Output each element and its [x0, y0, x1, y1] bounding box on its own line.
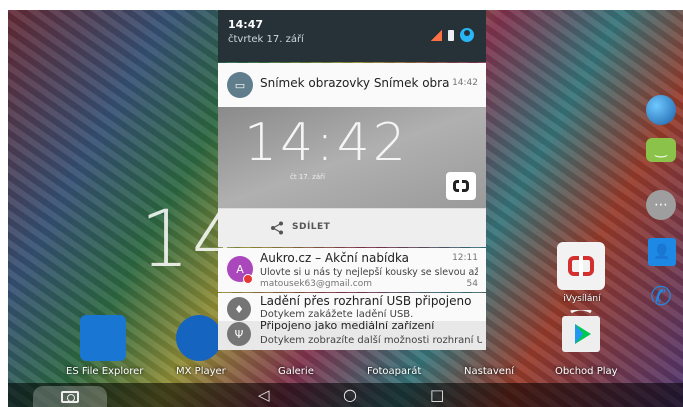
shade-header[interactable]: 14:47 čtvrtek 17. září [218, 10, 486, 62]
home-button[interactable]: ○ [343, 386, 357, 404]
browser-globe-icon[interactable] [646, 95, 676, 125]
share-label: SDÍLET [292, 222, 331, 232]
notification-aukro[interactable]: A Aukro.cz – Akční nabídka 12:11 Ulovte … [218, 248, 486, 292]
hangouts-chat-icon[interactable]: ‿ [646, 138, 676, 162]
notification-time: 14:42 [452, 78, 478, 88]
signal-icon [431, 29, 442, 41]
mx-player-icon[interactable] [176, 315, 222, 361]
preview-date: čt 17. září [290, 173, 325, 181]
es-file-explorer-icon[interactable] [80, 315, 126, 361]
usb-debug-icon: ♦ [227, 297, 251, 321]
notification-text: Dotykem zakážete ladění USB. [260, 309, 414, 320]
screenshot-preview[interactable]: 14:42 čt 17. září [218, 107, 486, 208]
top-border [0, 0, 683, 10]
notification-title: Snímek obrazovky Snímek obrazo.. [260, 76, 450, 90]
shade-clock: 14:47 [228, 18, 264, 31]
camera-icon [61, 390, 79, 403]
notification-shade: 14:47 čtvrtek 17. září ▭ Snímek obrazovk… [218, 10, 486, 350]
user-account-icon[interactable] [460, 28, 474, 42]
screenshot-icon: ▭ [227, 72, 253, 98]
notification-text: Ulovte si u nás ty nejlepší kousky se sl… [260, 267, 478, 278]
notification-usb-debugging[interactable]: ♦ Ladění přes rozhraní USB připojeno Dot… [218, 293, 486, 321]
app-label-fotoaparat: Fotoaparát [367, 366, 422, 377]
share-icon [271, 221, 283, 235]
app-label-mx-player: MX Player [176, 366, 226, 377]
notification-title: Aukro.cz – Akční nabídka [260, 251, 410, 265]
ct-logo-icon [568, 256, 594, 276]
app-label-obchod-play: Obchod Play [555, 366, 618, 377]
back-button[interactable]: ◁ [258, 386, 270, 404]
phone-icon[interactable]: ✆ [646, 282, 676, 312]
notification-screenshot[interactable]: ▭ Snímek obrazovky Snímek obrazo.. 14:42… [218, 63, 486, 247]
app-label-galerie: Galerie [278, 366, 314, 377]
preview-clock: 14:42 [244, 113, 409, 173]
recents-button[interactable]: □ [430, 386, 444, 404]
notification-account: matousek63@gmail.com [260, 279, 372, 289]
ivysilani-app-icon[interactable] [557, 242, 605, 290]
usb-icon: Ψ [227, 322, 251, 346]
battery-icon [448, 29, 454, 41]
notification-text: Dotykem zobrazíte další možnosti rozhran… [260, 335, 482, 346]
gmail-badge-icon [243, 274, 253, 284]
ct-logo-icon [446, 172, 476, 200]
notification-title: Ladění přes rozhraní USB připojeno [260, 294, 472, 308]
app-label-nastaveni: Nastavení [464, 366, 515, 377]
app-drawer-icon[interactable]: ⋯ [646, 190, 676, 220]
notification-count: 54 [466, 279, 478, 289]
shade-date: čtvrtek 17. září [228, 34, 304, 45]
app-label-es-file-explorer: ES File Explorer [66, 366, 144, 377]
share-action-button[interactable]: SDÍLET [218, 208, 486, 247]
camera-shortcut-button[interactable] [33, 386, 107, 407]
contacts-icon[interactable]: 👤 [648, 238, 676, 266]
notification-media-device[interactable]: Ψ Připojeno jako mediální zařízení Dotyk… [218, 319, 486, 350]
ivysilani-app-label: iVysílání [563, 294, 601, 304]
left-border [0, 0, 8, 407]
play-store-icon[interactable] [556, 310, 606, 354]
notification-time: 12:11 [452, 253, 478, 263]
